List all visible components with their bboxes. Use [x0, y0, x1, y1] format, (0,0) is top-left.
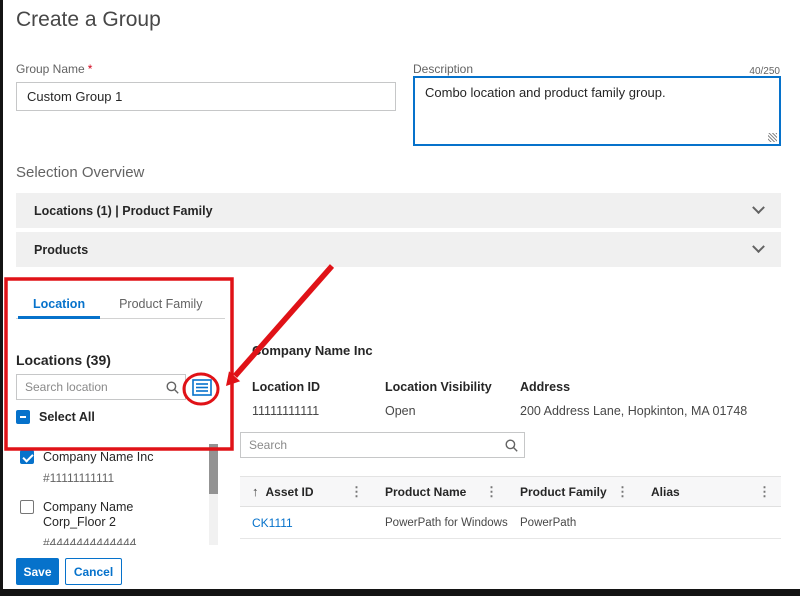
- product-name-cell: PowerPath for Windows: [373, 517, 508, 529]
- description-label: Description: [413, 62, 473, 76]
- table-row[interactable]: CK1111 PowerPath for Windows PowerPath: [240, 507, 781, 539]
- list-scrollbar[interactable]: [209, 444, 218, 545]
- select-all-row: Select All: [16, 410, 95, 424]
- chevron-down-icon: [752, 240, 765, 253]
- page-title: Create a Group: [16, 8, 161, 32]
- location-checkbox[interactable]: [20, 500, 34, 514]
- location-item-text: Company Name Corp_Floor 2 #4444444444444: [43, 500, 173, 545]
- column-menu-icon[interactable]: ⋮: [614, 484, 631, 500]
- save-button[interactable]: Save: [16, 558, 59, 585]
- column-header-product-name[interactable]: Product Name ⋮: [373, 477, 508, 506]
- location-list: Company Name Inc #11111111111 Company Na…: [16, 444, 206, 545]
- table-header-row: ↑ Asset ID ⋮ Product Name ⋮ Product Fami…: [240, 476, 781, 507]
- picker-tabbar: Location Product Family: [16, 289, 225, 319]
- create-group-page: Create a Group Group Name* Description 4…: [0, 0, 800, 596]
- column-menu-icon[interactable]: ⋮: [348, 484, 365, 500]
- required-asterisk: *: [88, 62, 93, 76]
- assets-table: ↑ Asset ID ⋮ Product Name ⋮ Product Fami…: [240, 476, 781, 539]
- asset-search-box: [240, 432, 525, 458]
- locations-heading: Locations (39): [16, 352, 111, 368]
- product-family-cell: PowerPath: [508, 517, 639, 529]
- cancel-button[interactable]: Cancel: [65, 558, 122, 585]
- sort-ascending-icon: ↑: [252, 484, 259, 499]
- selection-overview-title: Selection Overview: [16, 164, 144, 181]
- annotation-arrow-shaft: [235, 266, 332, 376]
- asset-search-input[interactable]: [241, 438, 505, 452]
- window-border-bottom: [0, 589, 800, 596]
- field-location-visibility: Location Visibility Open: [385, 380, 492, 418]
- group-name-label: Group Name*: [16, 62, 92, 76]
- location-name: Company Name Corp_Floor 2: [43, 500, 173, 530]
- location-id: #4444444444444: [43, 536, 173, 545]
- annotation-arrow-head: [226, 371, 240, 386]
- field-address: Address 200 Address Lane, Hopkinton, MA …: [520, 380, 747, 418]
- accordion-locations-product-family[interactable]: Locations (1) | Product Family: [16, 193, 781, 228]
- location-id: #11111111111: [43, 471, 173, 485]
- group-name-input[interactable]: [16, 82, 396, 111]
- tab-product-family[interactable]: Product Family: [102, 289, 219, 318]
- column-header-product-family[interactable]: Product Family ⋮: [508, 477, 639, 506]
- column-header-alias[interactable]: Alias ⋮: [639, 477, 781, 506]
- list-view-icon: [192, 379, 212, 399]
- window-border-left: [0, 0, 3, 596]
- location-item-text: Company Name Inc #11111111111: [43, 450, 173, 485]
- textarea-resize-handle[interactable]: [768, 133, 777, 142]
- accordion-label: Products: [34, 243, 88, 257]
- details-company-name: Company Name Inc: [252, 343, 373, 358]
- description-textarea[interactable]: Combo location and product family group.: [413, 76, 781, 146]
- column-menu-icon[interactable]: ⋮: [756, 484, 773, 500]
- location-search-input[interactable]: [17, 380, 166, 394]
- location-search-box: [16, 374, 186, 400]
- asset-id-link[interactable]: CK1111: [252, 516, 293, 530]
- select-all-label: Select All: [39, 410, 95, 424]
- location-name: Company Name Inc: [43, 450, 173, 465]
- search-icon: [505, 439, 518, 452]
- location-checkbox[interactable]: [20, 450, 34, 464]
- list-item[interactable]: Company Name Corp_Floor 2 #4444444444444: [16, 494, 206, 545]
- column-menu-icon[interactable]: ⋮: [483, 484, 500, 500]
- list-view-button[interactable]: [189, 377, 215, 400]
- accordion-label: Locations (1) | Product Family: [34, 204, 213, 218]
- select-all-checkbox[interactable]: [16, 410, 30, 424]
- search-icon: [166, 381, 179, 394]
- tab-location[interactable]: Location: [16, 289, 102, 318]
- list-item[interactable]: Company Name Inc #11111111111: [16, 444, 206, 485]
- column-header-asset-id[interactable]: ↑ Asset ID ⋮: [240, 477, 373, 506]
- chevron-down-icon: [752, 201, 765, 214]
- accordion-products[interactable]: Products: [16, 232, 781, 267]
- field-location-id: Location ID 11111111111: [252, 380, 320, 418]
- scrollbar-thumb[interactable]: [209, 444, 218, 494]
